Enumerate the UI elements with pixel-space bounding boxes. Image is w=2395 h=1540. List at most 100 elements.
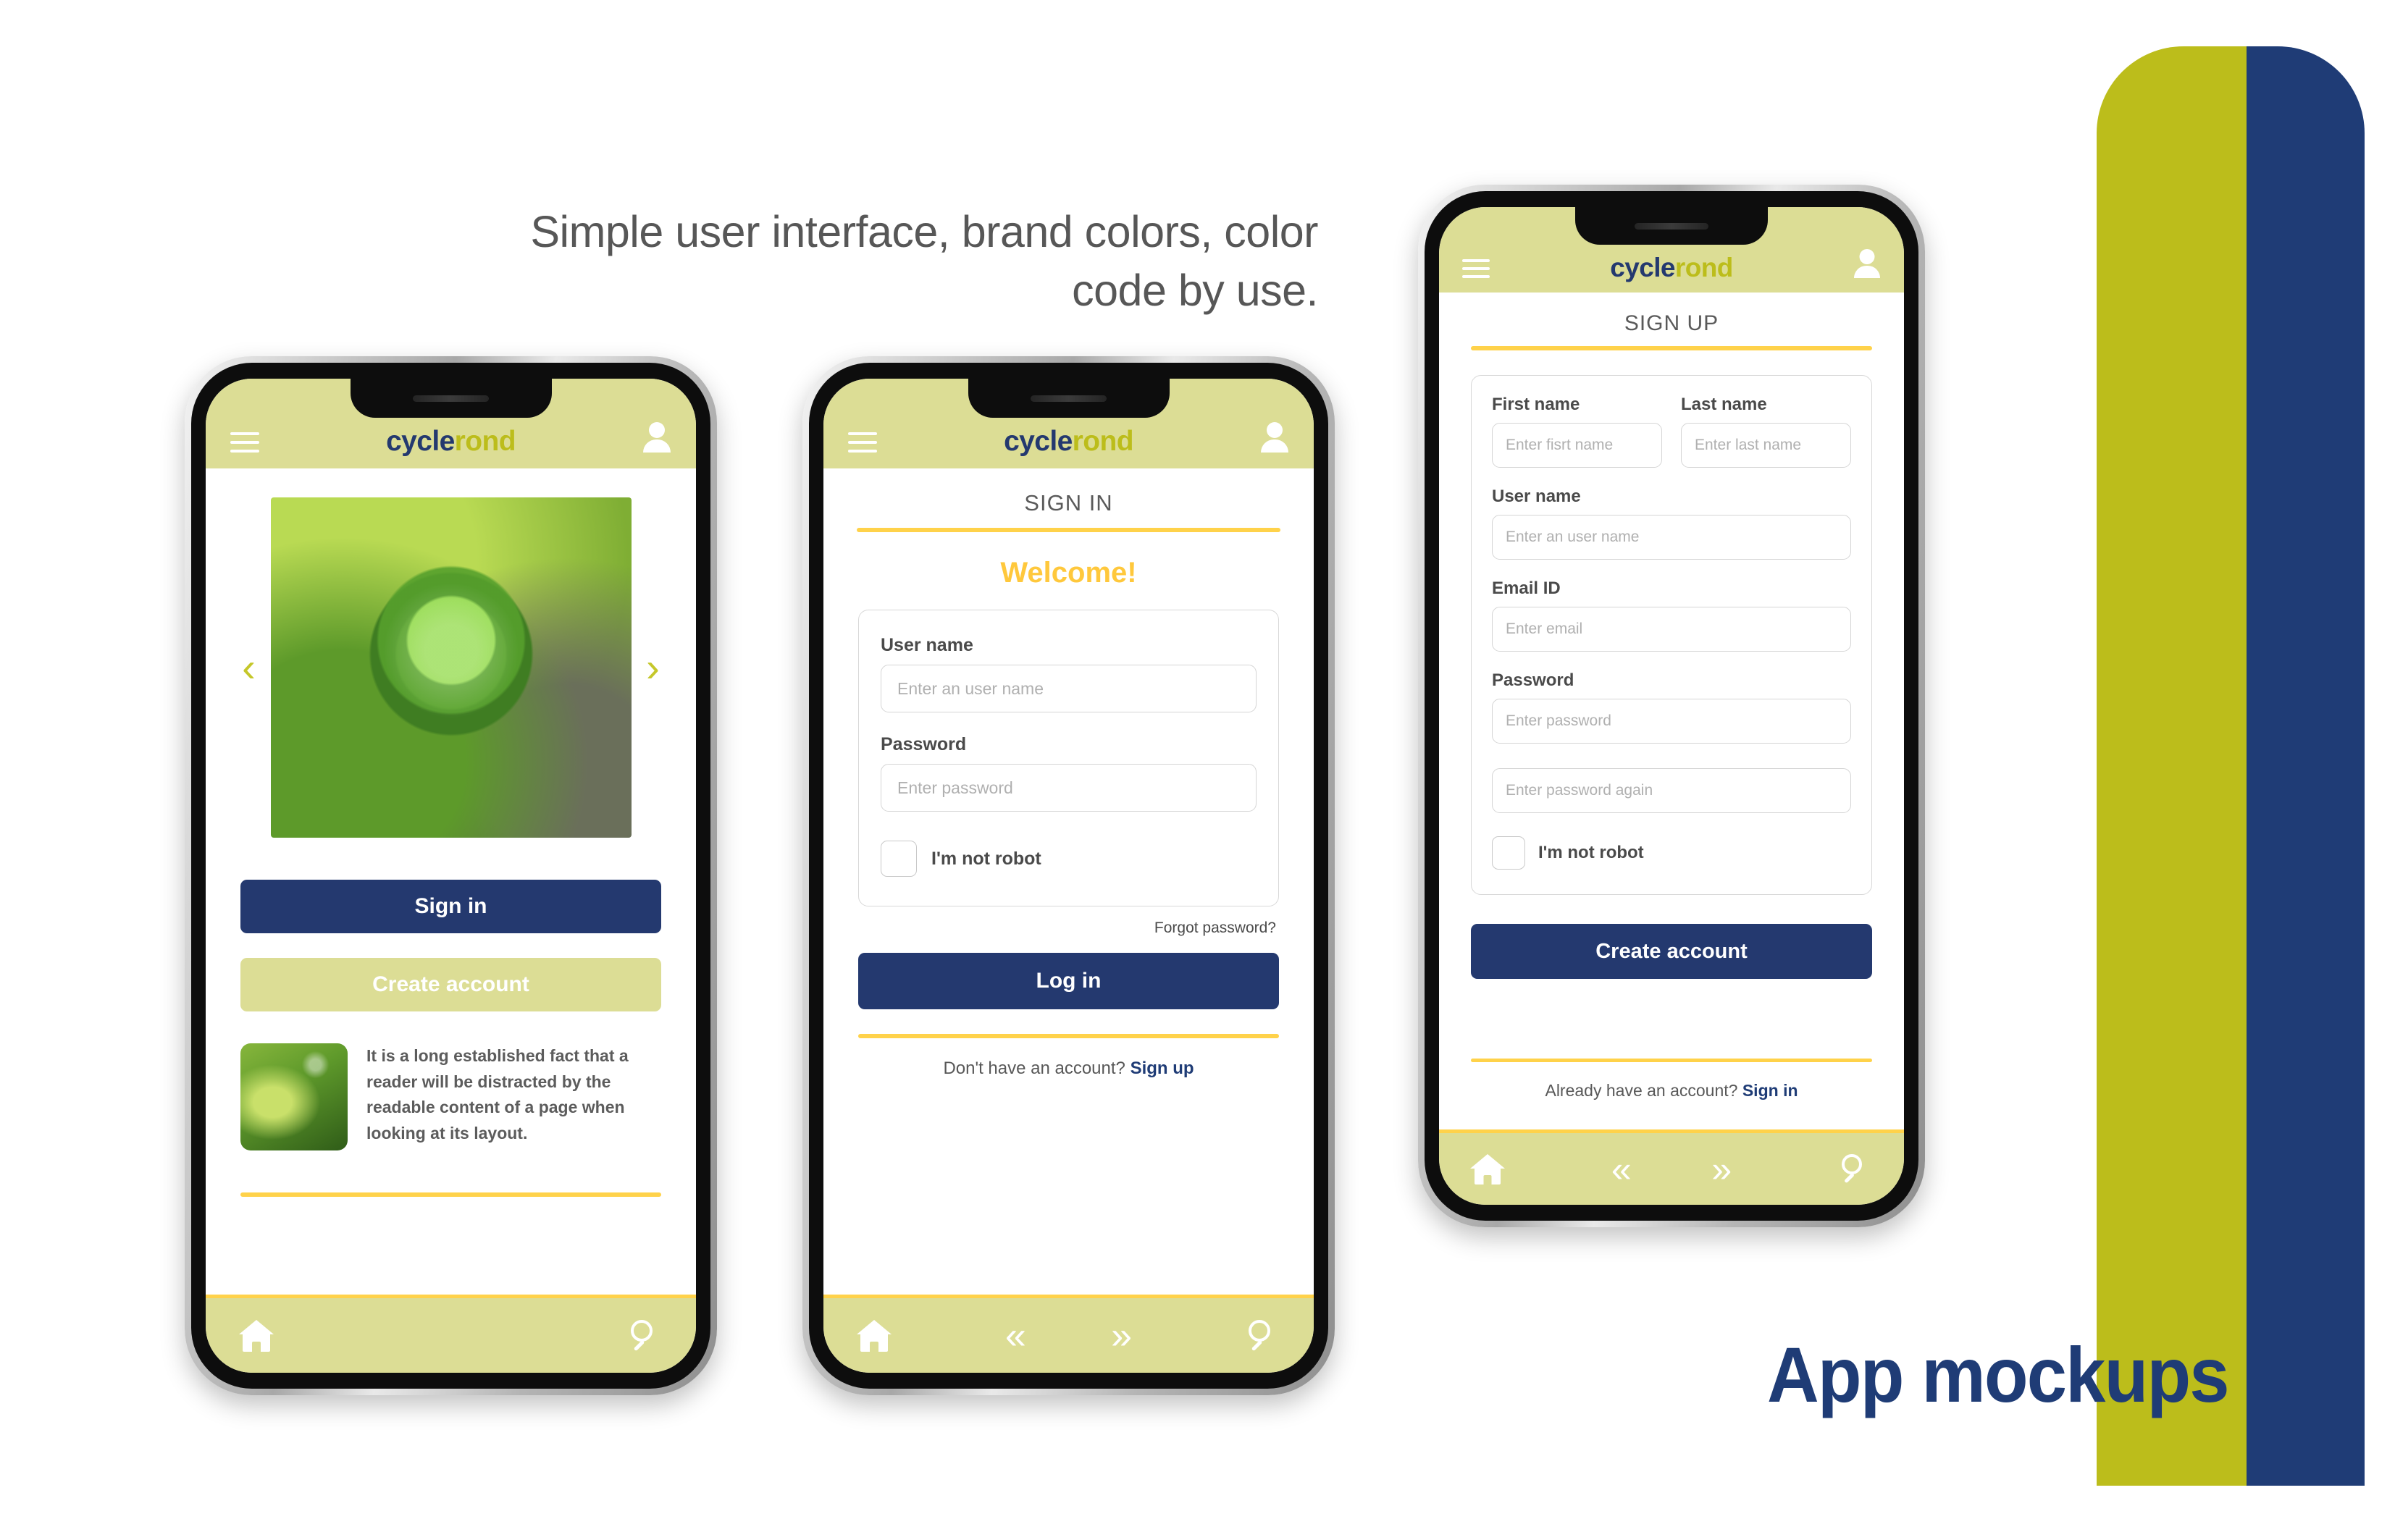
search-icon <box>1842 1153 1872 1185</box>
nav-home-button[interactable] <box>1470 1153 1572 1185</box>
phone-notch <box>968 379 1170 418</box>
field-last-name: Last name Enter last name <box>1681 395 1851 468</box>
email-label: Email ID <box>1492 578 1561 598</box>
phone-mockup-signin: cyclerond SIGN IN Welcome! User name Ent… <box>802 356 1335 1395</box>
nav-next-button[interactable]: » <box>1069 1317 1175 1355</box>
signup-link[interactable]: Sign up <box>1131 1059 1194 1078</box>
signup-prompt-text: Don't have an account? <box>943 1059 1125 1078</box>
search-ring <box>1842 1153 1862 1174</box>
field-password: Password Enter password <box>881 734 1257 812</box>
field-username: User name Enter an user name <box>1492 487 1851 560</box>
robot-check-row[interactable]: I'm not robot <box>881 841 1257 877</box>
bottom-navigation: « » <box>823 1295 1314 1373</box>
chevron-double-right-icon: » <box>1111 1314 1133 1357</box>
article-text: It is a long established fact that a rea… <box>366 1046 629 1143</box>
first-name-label: First name <box>1492 395 1580 414</box>
username-label: User name <box>1492 487 1581 506</box>
password-input[interactable]: Enter password <box>1492 699 1851 744</box>
welcome-text: Welcome! <box>1000 557 1137 589</box>
hamburger-menu-icon[interactable] <box>230 432 259 453</box>
field-username: User name Enter an user name <box>881 635 1257 712</box>
home-roof <box>239 1319 274 1334</box>
image-carousel: ‹ › <box>206 497 696 838</box>
nav-prev-button[interactable]: « <box>962 1317 1068 1355</box>
first-name-input[interactable]: Enter fisrt name <box>1492 423 1662 468</box>
search-handle <box>1251 1339 1263 1351</box>
phone-screen-home: cyclerond ‹ › Sign in Create account It … <box>206 379 696 1373</box>
chevron-double-left-icon: « <box>1004 1314 1026 1357</box>
nav-home-button[interactable] <box>857 1319 962 1352</box>
forgot-password-link[interactable]: Forgot password? <box>823 920 1276 937</box>
search-ring <box>631 1319 653 1342</box>
user-account-icon[interactable] <box>642 422 671 453</box>
carousel-next-icon[interactable]: › <box>632 647 675 688</box>
user-account-icon[interactable] <box>1853 249 1881 278</box>
confirm-password-input[interactable]: Enter password again <box>1492 768 1851 813</box>
home-roof <box>1470 1153 1505 1169</box>
phone-body: cyclerond SIGN UP First name Enter fisrt… <box>1425 191 1918 1221</box>
email-input[interactable]: Enter email <box>1492 607 1851 652</box>
nav-next-button[interactable]: » <box>1672 1151 1772 1187</box>
phone-body: cyclerond SIGN IN Welcome! User name Ent… <box>809 363 1328 1389</box>
search-ring <box>1249 1319 1270 1342</box>
heading-underline <box>857 528 1280 532</box>
carousel-prev-icon[interactable]: ‹ <box>227 647 271 688</box>
home-door <box>1483 1174 1492 1185</box>
logo-first-part: cycle <box>386 426 455 457</box>
phone-body: cyclerond ‹ › Sign in Create account It … <box>191 363 710 1389</box>
home-roof <box>857 1319 892 1334</box>
signup-form-card: First name Enter fisrt name Last name En… <box>1471 375 1872 895</box>
app-logo: cyclerond <box>1004 427 1133 455</box>
brand-color-swatch <box>2097 46 2365 1486</box>
password-input[interactable]: Enter password <box>881 764 1257 812</box>
earpiece-speaker <box>1635 222 1708 230</box>
signin-content: SIGN IN Welcome! User name Enter an user… <box>823 468 1314 1295</box>
swatch-olive <box>2097 46 2247 1486</box>
home-content: ‹ › Sign in Create account It is a long … <box>206 468 696 1295</box>
nav-search-button[interactable] <box>1772 1153 1873 1185</box>
footer-divider <box>858 1034 1279 1038</box>
logo-second-part: rond <box>1072 426 1134 457</box>
chevron-double-left-icon: « <box>1611 1148 1632 1190</box>
hamburger-menu-icon[interactable] <box>1462 259 1490 278</box>
user-account-icon[interactable] <box>1260 422 1289 453</box>
logo-first-part: cycle <box>1004 426 1073 457</box>
article-card[interactable]: It is a long established fact that a rea… <box>240 1043 661 1150</box>
avatar-body <box>1854 266 1880 278</box>
avatar-head <box>1266 422 1283 438</box>
username-input[interactable]: Enter an user name <box>1492 515 1851 560</box>
avatar-body <box>1260 439 1288 453</box>
nav-search-button[interactable] <box>451 1319 663 1352</box>
last-name-input[interactable]: Enter last name <box>1681 423 1851 468</box>
search-icon <box>1249 1319 1280 1352</box>
search-handle <box>633 1339 645 1351</box>
home-icon <box>239 1319 274 1352</box>
field-password: Password Enter password <box>1492 670 1851 744</box>
robot-label: I'm not robot <box>931 848 1041 869</box>
avatar-body <box>642 439 671 453</box>
signin-prompt: Already have an account? Sign in <box>1439 1081 1904 1101</box>
username-label: User name <box>881 635 973 655</box>
signin-link[interactable]: Sign in <box>1742 1081 1798 1100</box>
signin-form-card: User name Enter an user name Password En… <box>858 610 1279 906</box>
robot-check-row[interactable]: I'm not robot <box>1492 836 1851 870</box>
sign-in-button[interactable]: Sign in <box>240 880 661 933</box>
login-button[interactable]: Log in <box>858 953 1279 1009</box>
password-label: Password <box>1492 670 1574 690</box>
nav-prev-button[interactable]: « <box>1572 1151 1672 1187</box>
robot-checkbox[interactable] <box>1492 836 1525 870</box>
search-icon <box>631 1319 663 1352</box>
username-input[interactable]: Enter an user name <box>881 665 1257 712</box>
nav-search-button[interactable] <box>1175 1319 1280 1352</box>
logo-second-part: rond <box>454 426 516 457</box>
hamburger-menu-icon[interactable] <box>848 432 877 453</box>
create-account-button[interactable]: Create account <box>1471 924 1872 979</box>
phone-screen-signin: cyclerond SIGN IN Welcome! User name Ent… <box>823 379 1314 1373</box>
phone-notch <box>1575 207 1768 245</box>
create-account-button[interactable]: Create account <box>240 958 661 1011</box>
nav-home-button[interactable] <box>239 1319 451 1352</box>
robot-checkbox[interactable] <box>881 841 917 877</box>
field-email: Email ID Enter email <box>1492 578 1851 652</box>
avatar-head <box>1859 249 1875 264</box>
signup-content: SIGN UP First name Enter fisrt name Last… <box>1439 293 1904 1129</box>
